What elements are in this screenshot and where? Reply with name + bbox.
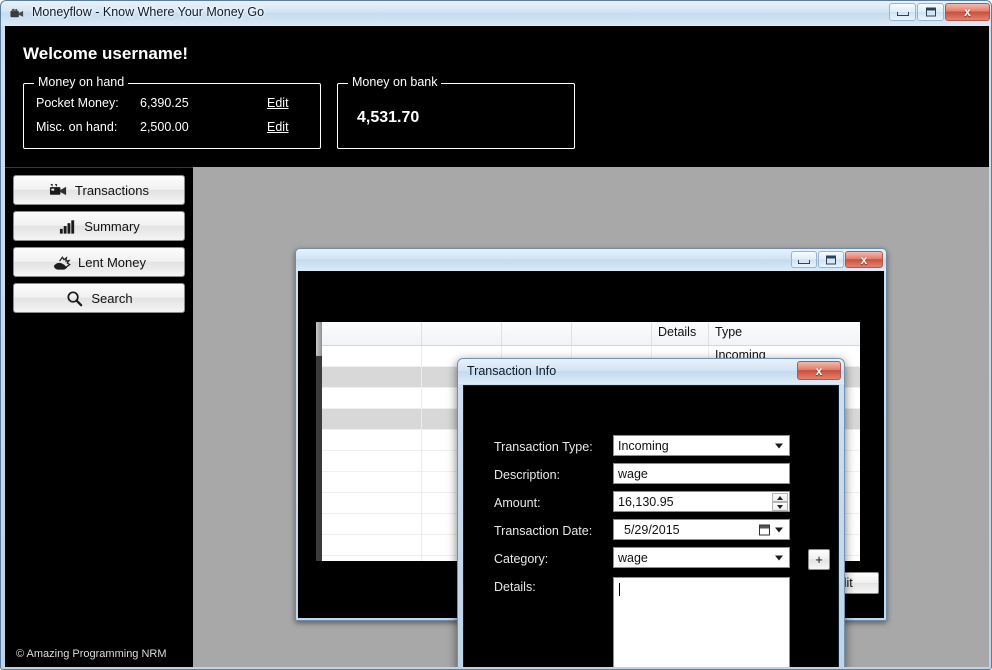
chevron-down-icon	[775, 527, 783, 532]
grid-cell	[322, 409, 422, 429]
main-titlebar: Moneyflow - Know Where Your Money Go x	[1, 1, 991, 26]
amount-value: 16,130.95	[618, 494, 674, 509]
minimize-icon	[896, 12, 909, 16]
grid-column-header[interactable]	[572, 322, 652, 345]
child-restore-button[interactable]	[818, 251, 844, 268]
minimize-icon	[798, 259, 810, 264]
pocket-money-edit-link[interactable]: Edit	[267, 96, 289, 110]
copyright-notice: © Amazing Programming NRM	[16, 648, 167, 660]
transaction-date-picker[interactable]: 5/29/2015	[613, 519, 790, 540]
spinner-up-icon[interactable]	[772, 493, 788, 502]
sidebar-item-label: Summary	[84, 218, 140, 234]
grid-cell	[322, 388, 422, 408]
main-application-window: Moneyflow - Know Where Your Money Go x W…	[0, 0, 992, 670]
chevron-down-icon	[775, 443, 783, 448]
grid-column-header[interactable]	[322, 322, 422, 345]
category-combobox[interactable]: wage	[613, 547, 790, 568]
dialog-window-controls: x	[797, 361, 841, 380]
description-input[interactable]: wage	[613, 463, 790, 484]
close-icon: x	[815, 363, 823, 378]
sidebar-item-label: Lent Money	[78, 254, 146, 270]
hand-money-icon	[53, 255, 71, 270]
close-icon: x	[964, 5, 971, 19]
sidebar-item-label: Transactions	[75, 182, 149, 198]
video-camera-icon	[49, 183, 67, 195]
details-label: Details:	[494, 580, 536, 594]
text-caret	[619, 583, 620, 596]
dialog-client-area: Transaction Type: Incoming Description: …	[463, 385, 839, 667]
bar-chart-icon	[60, 219, 75, 234]
money-on-hand-group: Money on hand Pocket Money: 6,390.25 Edi…	[23, 75, 321, 149]
chevron-down-icon	[775, 555, 783, 560]
grid-cell	[322, 367, 422, 387]
grid-header-row: Details Type	[322, 322, 860, 346]
grid-cell	[322, 346, 422, 366]
restore-icon	[826, 255, 836, 264]
sidebar-item-search[interactable]: Search	[13, 283, 185, 313]
dialog-title: Transaction Info	[467, 364, 557, 378]
app-icon	[10, 8, 24, 18]
main-client-area: Welcome username! Money on hand Pocket M…	[5, 26, 989, 667]
add-category-button[interactable]: +	[808, 549, 830, 570]
grid-column-header-details[interactable]: Details	[652, 322, 709, 345]
description-label: Description:	[494, 468, 560, 482]
pocket-money-value: 6,390.25	[140, 96, 189, 110]
transaction-date-value: 5/29/2015	[624, 522, 680, 537]
amount-stepper[interactable]: 16,130.95	[613, 491, 790, 512]
pocket-money-label: Pocket Money:	[36, 96, 119, 110]
maximize-icon	[925, 7, 936, 17]
minimize-button[interactable]	[889, 3, 916, 21]
dialog-close-button[interactable]: x	[797, 361, 841, 380]
main-window-controls: x	[889, 3, 990, 21]
sidebar-item-label: Search	[91, 290, 133, 306]
sidebar-item-transactions[interactable]: Transactions	[13, 175, 185, 205]
misc-on-hand-edit-link[interactable]: Edit	[267, 120, 289, 134]
description-value: wage	[618, 466, 648, 481]
navigation-sidebar: Transactions Summary Lent Money Search ©…	[5, 167, 193, 667]
money-on-bank-group: Money on bank 4,531.70	[337, 75, 575, 149]
spinner-down-icon[interactable]	[772, 502, 788, 511]
close-icon: x	[860, 252, 868, 267]
grid-column-header[interactable]	[502, 322, 572, 345]
category-value: wage	[618, 550, 648, 565]
dashboard-header: Welcome username! Money on hand Pocket M…	[5, 26, 989, 167]
money-on-hand-title: Money on hand	[34, 75, 129, 89]
transaction-info-dialog: Transaction Info x Transaction Type: Inc…	[457, 358, 845, 667]
transaction-date-label: Transaction Date:	[494, 524, 593, 538]
category-label: Category:	[494, 552, 549, 566]
magnifier-icon	[67, 290, 83, 306]
money-on-bank-amount: 4,531.70	[357, 109, 420, 126]
sidebar-item-lent-money[interactable]: Lent Money	[13, 247, 185, 277]
details-textarea[interactable]	[613, 577, 790, 667]
dialog-titlebar: Transaction Info x	[458, 359, 844, 384]
transaction-type-combobox[interactable]: Incoming	[613, 435, 790, 456]
spinner-buttons[interactable]	[772, 493, 788, 511]
main-window-title: Moneyflow - Know Where Your Money Go	[32, 5, 265, 19]
transaction-type-value: Incoming	[618, 438, 669, 453]
welcome-message: Welcome username!	[23, 44, 189, 63]
amount-label: Amount:	[494, 496, 541, 510]
grid-column-header[interactable]	[422, 322, 502, 345]
child-titlebar: x	[296, 249, 886, 271]
maximize-button[interactable]	[917, 3, 944, 21]
calendar-icon	[759, 524, 770, 535]
transaction-type-label: Transaction Type:	[494, 440, 593, 454]
mdi-workspace: x Details Type Incoming Transaction Info…	[193, 167, 989, 667]
child-window-controls: x	[791, 251, 883, 268]
child-minimize-button[interactable]	[791, 251, 817, 268]
grid-column-header-type[interactable]: Type	[709, 322, 860, 345]
child-close-button[interactable]: x	[845, 251, 883, 268]
misc-on-hand-value: 2,500.00	[140, 120, 189, 134]
sidebar-item-summary[interactable]: Summary	[13, 211, 185, 241]
misc-on-hand-label: Misc. on hand:	[36, 120, 118, 134]
money-on-bank-title: Money on bank	[348, 75, 442, 89]
close-button[interactable]: x	[945, 3, 990, 21]
